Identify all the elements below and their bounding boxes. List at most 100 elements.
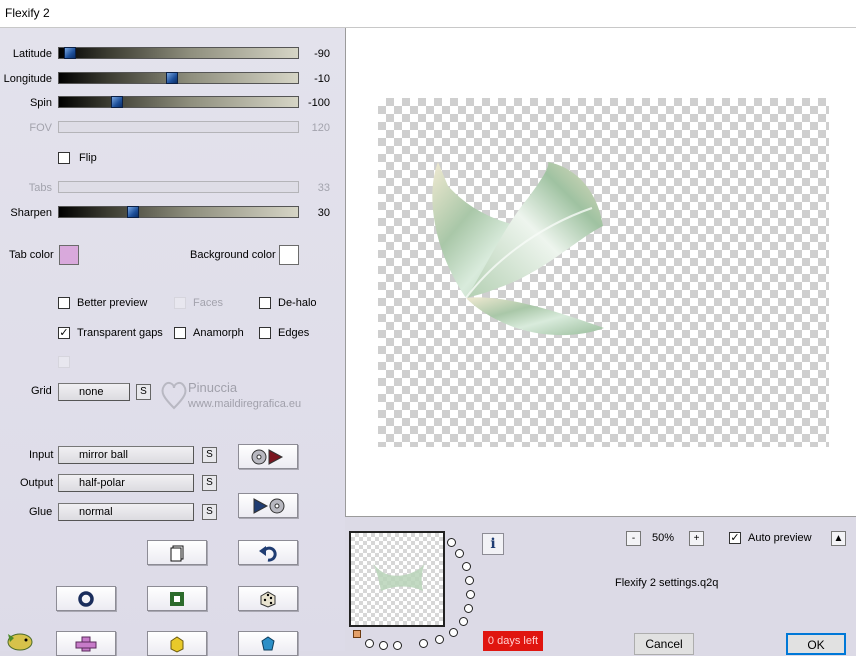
better-preview-label: Better preview bbox=[77, 297, 148, 309]
nav-dot[interactable] bbox=[466, 590, 475, 599]
input-dropdown[interactable]: mirror ball bbox=[58, 446, 194, 464]
input-s-button[interactable]: S bbox=[202, 447, 217, 463]
glue-s-button[interactable]: S bbox=[202, 504, 217, 520]
grid-s-button[interactable]: S bbox=[136, 384, 151, 400]
swap-oi-icon bbox=[253, 497, 285, 514]
tab-color-swatch[interactable] bbox=[59, 245, 79, 265]
longitude-value: -10 bbox=[314, 73, 330, 85]
tabs-value: 33 bbox=[317, 182, 330, 194]
nav-dot[interactable] bbox=[459, 617, 468, 626]
latitude-value: -90 bbox=[314, 48, 330, 60]
ok-button[interactable]: OK bbox=[786, 633, 846, 655]
spin-thumb[interactable] bbox=[111, 96, 123, 108]
latitude-slider[interactable] bbox=[58, 47, 299, 59]
nav-dot[interactable] bbox=[419, 639, 428, 648]
swap-io-icon bbox=[251, 448, 284, 465]
nav-dot[interactable] bbox=[455, 549, 464, 558]
sharpen-thumb[interactable] bbox=[127, 206, 139, 218]
preview-canvas[interactable] bbox=[345, 28, 856, 517]
cancel-button[interactable]: Cancel bbox=[634, 633, 694, 655]
gem-icon bbox=[261, 635, 275, 650]
transparent-gaps-label: Transparent gaps bbox=[77, 327, 163, 339]
glue-label: Glue bbox=[29, 506, 53, 518]
zoom-out-button[interactable]: - bbox=[626, 531, 641, 546]
random-button[interactable] bbox=[238, 586, 298, 611]
sharpen-value: 30 bbox=[317, 207, 330, 219]
fov-slider bbox=[58, 121, 299, 133]
info-icon: i bbox=[490, 536, 496, 552]
nav-dot[interactable] bbox=[447, 538, 456, 547]
ring-icon bbox=[78, 590, 94, 607]
nav-dot[interactable] bbox=[449, 628, 458, 637]
gem-button[interactable] bbox=[238, 631, 298, 656]
flip-label: Flip bbox=[79, 152, 97, 164]
title-bar: Flexify 2 bbox=[0, 0, 856, 28]
copy-button[interactable] bbox=[147, 540, 207, 565]
nav-handle[interactable] bbox=[353, 630, 361, 638]
window-title: Flexify 2 bbox=[5, 6, 50, 20]
faces-label: Faces bbox=[193, 297, 223, 309]
anamorph-checkbox[interactable] bbox=[174, 327, 186, 339]
tabs-slider bbox=[58, 181, 299, 193]
tabs-label: Tabs bbox=[28, 182, 52, 194]
glue-dropdown[interactable]: normal bbox=[58, 503, 194, 521]
watermark-brand: Pinuccia bbox=[188, 380, 238, 395]
spin-value: -100 bbox=[307, 97, 330, 109]
nav-dot[interactable] bbox=[464, 604, 473, 613]
output-dropdown[interactable]: half-polar bbox=[58, 474, 194, 492]
info-button[interactable]: i bbox=[482, 533, 504, 555]
auto-preview-toggle[interactable]: ▲ bbox=[831, 531, 846, 546]
cube-icon bbox=[170, 635, 184, 653]
auto-preview-checkbox[interactable]: ✓ bbox=[729, 532, 741, 544]
dehalo-label: De-halo bbox=[278, 297, 317, 309]
nav-dot[interactable] bbox=[435, 635, 444, 644]
cross-button[interactable] bbox=[56, 631, 116, 656]
grid-dropdown[interactable]: none bbox=[58, 383, 130, 401]
nav-dot[interactable] bbox=[462, 562, 471, 571]
watermark: Pinuccia www.maildiregrafica.eu bbox=[160, 378, 350, 438]
latitude-thumb[interactable] bbox=[64, 47, 76, 59]
edges-checkbox[interactable] bbox=[259, 327, 271, 339]
transparent-gaps-checkbox[interactable]: ✓ bbox=[58, 327, 70, 339]
ring-button[interactable] bbox=[56, 586, 116, 611]
sharpen-label: Sharpen bbox=[10, 207, 52, 219]
output-label: Output bbox=[20, 477, 54, 489]
navigator-thumbnail[interactable] bbox=[349, 531, 445, 627]
controls-panel: Latitude -90 Longitude -10 Spin -100 FOV… bbox=[0, 28, 345, 656]
nav-dot[interactable] bbox=[465, 576, 474, 585]
longitude-thumb[interactable] bbox=[166, 72, 178, 84]
square-button[interactable] bbox=[147, 586, 207, 611]
cross-icon bbox=[75, 636, 97, 651]
longitude-label: Longitude bbox=[3, 73, 52, 85]
navigator-preview-shape bbox=[373, 563, 425, 591]
preview-checkerboard bbox=[378, 98, 829, 447]
dehalo-checkbox[interactable] bbox=[259, 297, 271, 309]
flip-checkbox[interactable] bbox=[58, 152, 70, 164]
undo-button[interactable] bbox=[238, 540, 298, 565]
input-label: Input bbox=[29, 449, 54, 461]
fov-label: FOV bbox=[29, 122, 52, 134]
zoom-value: 50% bbox=[652, 532, 675, 544]
background-color-label: Background color bbox=[190, 249, 276, 261]
zoom-in-button[interactable]: + bbox=[689, 531, 704, 546]
nav-dot[interactable] bbox=[393, 641, 402, 650]
longitude-slider[interactable] bbox=[58, 72, 299, 84]
nav-dot[interactable] bbox=[365, 639, 374, 648]
undo-icon bbox=[259, 545, 277, 562]
grid-label: Grid bbox=[31, 385, 52, 397]
fov-value: 120 bbox=[311, 122, 330, 134]
trial-badge: 0 days left bbox=[483, 631, 543, 651]
better-preview-checkbox[interactable] bbox=[58, 297, 70, 309]
cube-button[interactable] bbox=[147, 631, 207, 656]
output-s-button[interactable]: S bbox=[202, 475, 217, 491]
nav-dot[interactable] bbox=[379, 641, 388, 650]
sharpen-slider[interactable] bbox=[58, 206, 299, 218]
background-color-swatch[interactable] bbox=[279, 245, 299, 265]
dice-icon bbox=[260, 590, 276, 608]
swap-input-output-button[interactable] bbox=[238, 444, 298, 469]
swap-output-input-button[interactable] bbox=[238, 493, 298, 518]
spin-slider[interactable] bbox=[58, 96, 299, 108]
watermark-url: www.maildiregrafica.eu bbox=[188, 398, 302, 410]
edges-label: Edges bbox=[278, 327, 310, 339]
copy-icon bbox=[170, 545, 184, 561]
